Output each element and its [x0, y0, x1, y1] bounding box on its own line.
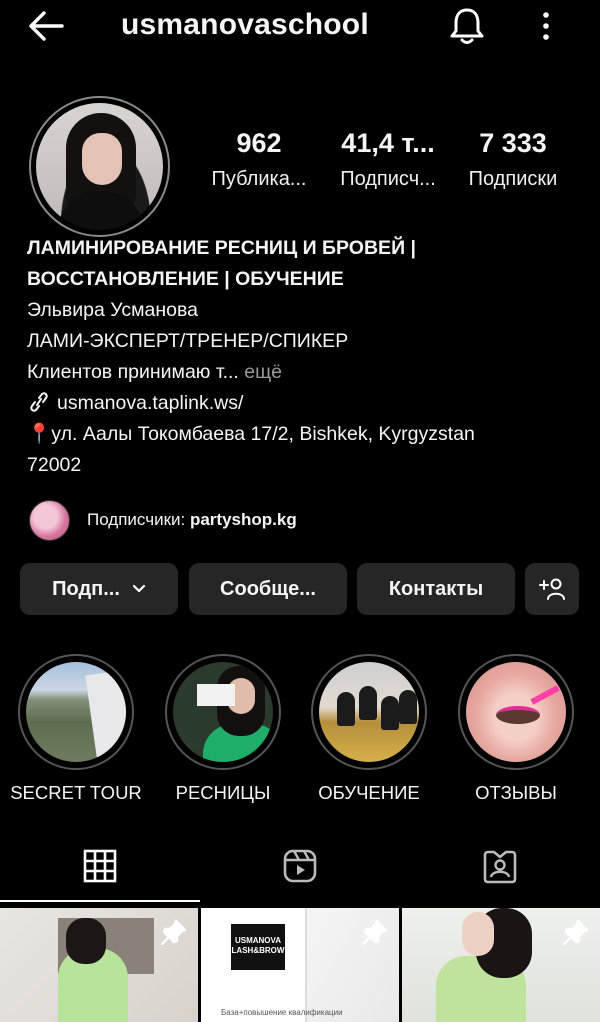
tagged-icon: [483, 850, 517, 884]
highlight-label: ОБУЧЕНИЕ: [318, 782, 420, 803]
contacts-button-label: Контакты: [388, 577, 484, 600]
link-icon: [30, 392, 48, 412]
pin-icon: [160, 919, 187, 946]
pin-icon: [562, 919, 589, 946]
post-thumbnail[interactable]: USMANOVA LASH&BROW База+повышение квалиф…: [201, 908, 399, 1022]
highlight-training[interactable]: ОБУЧЕНИЕ: [311, 654, 427, 804]
grid-icon: [83, 849, 117, 883]
following-button[interactable]: Подп...: [20, 563, 178, 615]
posts-count: 962: [236, 128, 282, 158]
followed-by-text: Подписчики: partyshop.kg: [87, 510, 297, 530]
highlight-ring: [458, 654, 574, 770]
stat-followers[interactable]: 41,4 т... Подписч...: [330, 128, 446, 191]
highlight-ring: [165, 654, 281, 770]
reels-icon: [283, 849, 317, 883]
follower-avatar: [29, 500, 70, 541]
bio-text-line: Клиентов принимаю т... ещё: [27, 357, 587, 388]
highlight-cover: [173, 662, 273, 762]
highlight-label: РЕСНИЦЫ: [175, 782, 271, 803]
back-arrow-icon[interactable]: [26, 8, 66, 44]
bio-more-link[interactable]: ещё: [244, 361, 282, 383]
highlight-cover: [466, 662, 566, 762]
highlight-reviews[interactable]: ОТЗЫВЫ: [458, 654, 574, 804]
post-caption: База+повышение квалификации: [221, 1008, 343, 1017]
post-thumbnail[interactable]: [402, 908, 600, 1022]
post-logo: USMANOVA LASH&BROW: [231, 924, 285, 970]
followed-by-account: partyshop.kg: [189, 510, 297, 529]
followers-label: Подписч...: [340, 168, 436, 190]
bio-text: Клиентов принимаю т...: [27, 361, 239, 383]
highlight-lashes[interactable]: РЕСНИЦЫ: [165, 654, 281, 804]
posts-grid: USMANOVA LASH&BROW База+повышение квалиф…: [0, 908, 600, 1022]
followed-by-prefix: Подписчики:: [87, 510, 190, 529]
bio-link-line[interactable]: usmanova.taplink.ws/: [27, 388, 587, 419]
bio-link[interactable]: usmanova.taplink.ws/: [57, 392, 243, 414]
message-button[interactable]: Сообще...: [189, 563, 347, 615]
pin-icon: 📍: [27, 423, 52, 445]
highlight-cover: [26, 662, 126, 762]
following-count: 7 333: [479, 128, 547, 158]
highlight-label: SECRET TOUR: [10, 782, 142, 803]
bio-title-line1: ЛАМИНИРОВАНИЕ РЕСНИЦ И БРОВЕЙ |: [27, 237, 416, 259]
bio-full-name: Эльвира Усманова: [27, 299, 198, 321]
profile-tabs: [0, 830, 600, 902]
tab-posts-grid[interactable]: [0, 830, 200, 902]
profile-bio: ЛАМИНИРОВАНИЕ РЕСНИЦ И БРОВЕЙ | ВОССТАНО…: [27, 233, 587, 481]
post-thumbnail[interactable]: [0, 908, 198, 1022]
bell-icon[interactable]: [448, 6, 486, 46]
bio-address: ул. Аалы Токомбаева 17/2, Bishkek, Kyrgy…: [51, 423, 475, 445]
highlight-cover: [319, 662, 419, 762]
stat-posts[interactable]: 962 Публика...: [202, 128, 316, 191]
bio-address-line2: 72002: [27, 454, 82, 476]
profile-avatar[interactable]: [36, 103, 163, 230]
tab-tagged[interactable]: [400, 830, 600, 902]
bio-title-line2: ВОССТАНОВЛЕНИЕ | ОБУЧЕНИЕ: [27, 268, 344, 290]
pin-icon: [361, 919, 388, 946]
followers-count: 41,4 т...: [341, 128, 435, 158]
posts-label: Публика...: [211, 168, 307, 190]
add-user-icon: [539, 578, 565, 600]
following-label: Подписки: [468, 168, 558, 190]
tab-reels[interactable]: [200, 830, 400, 902]
bio-address-line1: 📍ул. Аалы Токомбаева 17/2, Bishkek, Kyrg…: [27, 419, 587, 450]
profile-username: usmanovaschool: [121, 8, 369, 41]
highlight-secret-tour[interactable]: SECRET TOUR: [10, 654, 142, 804]
top-bar: usmanovaschool: [0, 0, 600, 52]
highlight-ring: [311, 654, 427, 770]
bio-role: ЛАМИ-ЭКСПЕРТ/ТРЕНЕР/СПИКЕР: [27, 330, 349, 352]
contacts-button[interactable]: Контакты: [357, 563, 515, 615]
message-button-label: Сообще...: [220, 577, 316, 600]
suggest-users-button[interactable]: [525, 563, 579, 615]
active-tab-indicator: [0, 900, 200, 902]
chevron-down-icon: [132, 584, 145, 593]
highlight-label: ОТЗЫВЫ: [475, 782, 557, 803]
following-button-label: Подп...: [52, 577, 120, 600]
stat-following[interactable]: 7 333 Подписки: [457, 128, 569, 191]
highlight-ring: [18, 654, 134, 770]
more-vertical-icon[interactable]: [538, 10, 554, 42]
